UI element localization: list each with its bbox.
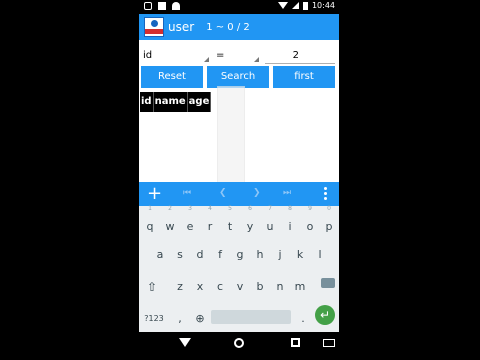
value-input-text: 2 [292,50,299,61]
comma-key[interactable]: , [171,304,189,330]
status-bar: 10:44 [139,0,339,14]
reset-button[interactable]: Reset [141,66,203,88]
key-t[interactable]: 5t [221,205,239,238]
dropdown-arrow-icon [204,57,209,62]
globe-icon[interactable]: ⊕ [191,304,209,330]
key-e[interactable]: 3e [181,205,199,238]
space-bar[interactable] [211,310,291,324]
operator-select-value: = [216,50,225,61]
app-bar: user 1 ~ 0 / 2 [139,14,339,40]
android-icon [172,2,180,10]
search-button[interactable]: Search [207,66,269,88]
column-header-name: name [153,92,188,112]
add-button[interactable]: + [147,182,162,206]
image-notification-icon [158,2,166,10]
key-p[interactable]: 0p [320,205,338,238]
app-logo-icon [144,17,164,37]
period-key[interactable]: . [294,304,312,330]
enter-key-icon[interactable]: ↵ [315,305,335,325]
key-u[interactable]: 7u [261,205,279,238]
main-content: id = 2 Reset Search first id name age [139,40,339,186]
backspace-icon[interactable] [321,278,335,288]
key-n[interactable]: n [271,272,289,298]
column-header-age: age [187,92,212,112]
soft-keyboard: 1q 2w 3e 4r 5t 6y 7u 8i 9o 0p a s d f g … [139,205,339,332]
key-j[interactable]: j [271,240,289,266]
key-a[interactable]: a [151,240,169,266]
shift-key-icon[interactable]: ⇧ [143,272,161,298]
key-v[interactable]: v [231,272,249,298]
home-icon[interactable] [234,338,244,348]
symbols-key[interactable]: ?123 [143,304,165,330]
field-select[interactable]: id [139,44,211,64]
keyboard-row-1: 1q 2w 3e 4r 5t 6y 7u 8i 9o 0p [139,205,339,238]
key-r[interactable]: 4r [201,205,219,238]
battery-icon [302,1,308,10]
phone-screen: 10:44 user 1 ~ 0 / 2 id = 2 Reset Search [139,0,339,360]
keyboard-switch-icon[interactable] [323,339,335,347]
key-w[interactable]: 2w [161,205,179,238]
key-q[interactable]: 1q [141,205,159,238]
keyboard-row-3: ⇧ z x c v b n m [139,272,339,298]
first-button[interactable]: first [273,66,335,88]
prev-page-icon: ❮ [219,188,227,198]
key-z[interactable]: z [171,272,189,298]
column-header-id: id [140,92,154,112]
app-title: user [168,20,195,34]
signal-icon [291,2,299,9]
result-table-header: id name age [140,92,212,112]
status-time: 10:44 [311,1,335,10]
back-icon[interactable] [179,338,191,347]
first-page-icon: ⏮ [183,188,192,198]
key-b[interactable]: b [251,272,269,298]
key-i[interactable]: 8i [281,205,299,238]
navigation-bar [139,332,339,360]
action-buttons: Reset Search first [139,66,339,88]
overflow-menu-icon[interactable] [324,187,327,202]
operator-select[interactable]: = [213,44,261,64]
bottom-toolbar: + ⏮ ❮ ❯ ⏭ [139,182,339,206]
key-s[interactable]: s [171,240,189,266]
query-row: id = 2 [139,44,339,64]
record-count: 1 ~ 0 / 2 [206,21,250,33]
next-page-icon: ❯ [253,188,261,198]
scroll-overlay [217,86,245,186]
recent-apps-icon[interactable] [291,338,300,347]
key-m[interactable]: m [291,272,309,298]
key-y[interactable]: 6y [241,205,259,238]
value-input[interactable]: 2 [265,44,335,64]
key-k[interactable]: k [291,240,309,266]
keyboard-row-2: a s d f g h j k l [139,240,339,266]
key-l[interactable]: l [311,240,329,266]
key-h[interactable]: h [251,240,269,266]
key-c[interactable]: c [211,272,229,298]
key-o[interactable]: 9o [301,205,319,238]
app-notification-icon [144,2,152,10]
dropdown-arrow-icon [254,57,259,62]
key-d[interactable]: d [191,240,209,266]
field-select-value: id [143,50,153,61]
last-page-icon: ⏭ [283,188,292,198]
key-x[interactable]: x [191,272,209,298]
wifi-icon [277,2,288,9]
keyboard-row-4: ?123 , ⊕ . ↵ [139,304,339,330]
key-f[interactable]: f [211,240,229,266]
key-g[interactable]: g [231,240,249,266]
